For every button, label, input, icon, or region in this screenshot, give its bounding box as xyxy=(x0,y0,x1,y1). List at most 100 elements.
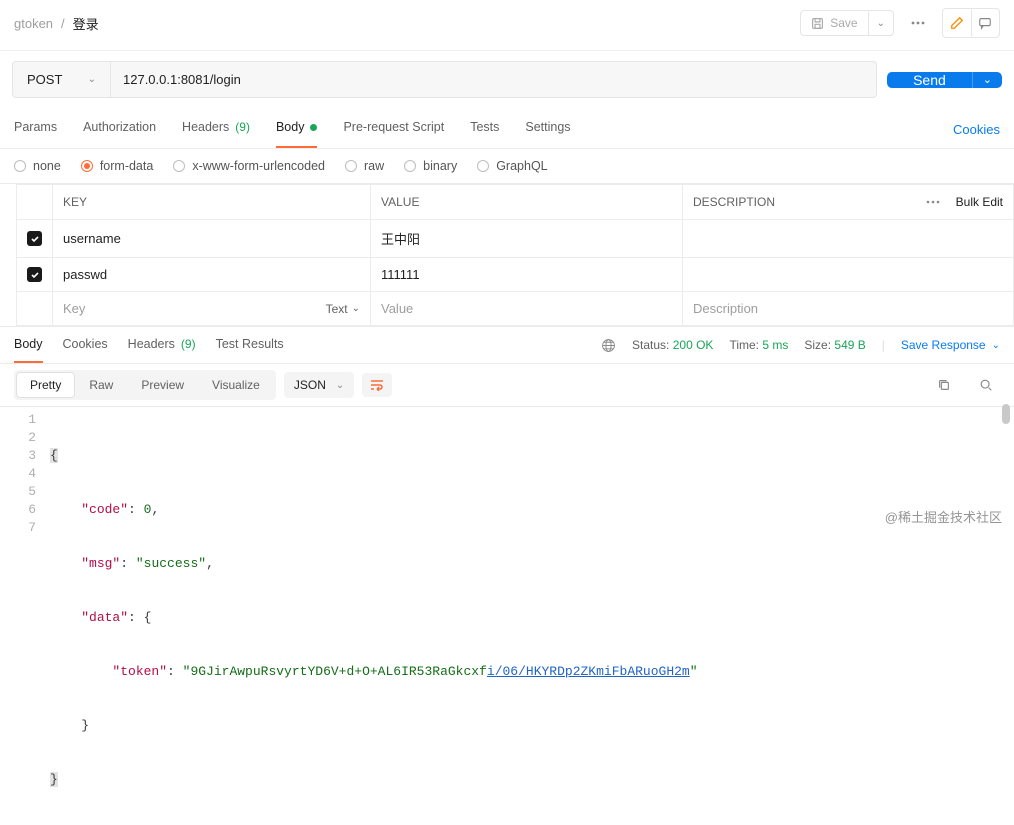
col-header-key: KEY xyxy=(53,185,371,220)
resp-headers-count: (9) xyxy=(181,337,196,351)
table-row-new: Key Text⌄ Value Description xyxy=(17,292,1014,326)
save-label: Save xyxy=(830,16,857,30)
resp-tab-cookies[interactable]: Cookies xyxy=(63,327,108,363)
breadcrumb-parent[interactable]: gtoken xyxy=(14,16,53,31)
http-method-value: POST xyxy=(27,72,62,87)
comment-icon xyxy=(978,16,992,30)
save-dropdown[interactable]: ⌄ xyxy=(868,12,893,35)
body-type-none-label: none xyxy=(33,159,61,173)
body-type-graphql[interactable]: GraphQL xyxy=(477,159,547,173)
body-type-none[interactable]: none xyxy=(14,159,61,173)
search-icon xyxy=(979,378,993,392)
radio-icon xyxy=(345,160,357,172)
send-dropdown[interactable]: ⌄ xyxy=(972,72,1002,88)
wrap-icon xyxy=(370,379,384,391)
time-label: Time: xyxy=(729,338,759,352)
headers-count: (9) xyxy=(235,120,250,134)
tab-authorization[interactable]: Authorization xyxy=(83,110,156,148)
radio-icon xyxy=(81,160,93,172)
response-body-viewer: 1 2 3 4 5 6 7 { "code": 0, "msg": "succe… xyxy=(0,407,1014,825)
save-icon xyxy=(811,17,824,30)
size-label: Size: xyxy=(804,338,831,352)
save-response-label: Save Response xyxy=(901,338,986,352)
tab-prerequest[interactable]: Pre-request Script xyxy=(343,110,444,148)
chevron-down-icon: ⌄ xyxy=(88,74,96,85)
table-more-options[interactable] xyxy=(926,200,940,204)
body-type-binary[interactable]: binary xyxy=(404,159,457,173)
breadcrumb-sep: / xyxy=(61,16,65,31)
row-enable-checkbox[interactable] xyxy=(27,267,42,282)
breadcrumb-current: 登录 xyxy=(73,14,99,33)
body-type-formdata-label: form-data xyxy=(100,159,154,173)
body-type-graphql-label: GraphQL xyxy=(496,159,547,173)
tab-body[interactable]: Body xyxy=(276,110,318,148)
save-button[interactable]: Save xyxy=(801,11,867,35)
http-method-select[interactable]: POST ⌄ xyxy=(13,62,111,97)
row-key-placeholder[interactable]: Key Text⌄ xyxy=(53,292,371,326)
radio-icon xyxy=(404,160,416,172)
body-type-raw[interactable]: raw xyxy=(345,159,384,173)
formdata-table: KEY VALUE DESCRIPTION Bulk Edit username… xyxy=(16,184,1014,326)
resp-tab-tests[interactable]: Test Results xyxy=(216,327,284,363)
tab-body-label: Body xyxy=(276,120,305,134)
col-header-desc: DESCRIPTION xyxy=(693,195,775,209)
row-enable-checkbox[interactable] xyxy=(27,231,42,246)
row-desc-placeholder[interactable]: Description xyxy=(683,292,1014,326)
more-options-button[interactable] xyxy=(904,9,932,37)
body-type-xwww-label: x-www-form-urlencoded xyxy=(192,159,325,173)
copy-icon xyxy=(937,378,951,392)
status-value: 200 OK xyxy=(673,338,714,352)
resp-tab-headers[interactable]: Headers (9) xyxy=(128,327,196,363)
value-type-label: Text xyxy=(326,302,348,316)
resp-tab-headers-label: Headers xyxy=(128,337,175,351)
response-lang-select[interactable]: JSON ⌄ xyxy=(284,372,354,398)
tab-tests[interactable]: Tests xyxy=(470,110,499,148)
body-type-formdata[interactable]: form-data xyxy=(81,159,154,173)
globe-icon[interactable] xyxy=(601,338,616,353)
save-button-group: Save ⌄ xyxy=(800,10,894,36)
copy-response-button[interactable] xyxy=(930,371,958,399)
radio-icon xyxy=(14,160,26,172)
tab-params[interactable]: Params xyxy=(14,110,57,148)
cookies-link[interactable]: Cookies xyxy=(953,122,1000,137)
scrollbar-thumb[interactable] xyxy=(1002,404,1010,424)
comments-button[interactable] xyxy=(971,9,999,37)
wrap-lines-toggle[interactable] xyxy=(362,373,392,397)
bulk-edit-link[interactable]: Bulk Edit xyxy=(956,195,1003,209)
edit-docs-button[interactable] xyxy=(943,9,971,37)
chevron-down-icon: ⌄ xyxy=(992,340,1000,351)
chevron-down-icon: ⌄ xyxy=(877,18,885,29)
status-label: Status: xyxy=(632,338,669,352)
value-type-select[interactable]: Text ⌄ xyxy=(326,302,360,316)
view-mode-visualize[interactable]: Visualize xyxy=(198,372,274,398)
tab-settings[interactable]: Settings xyxy=(525,110,570,148)
chevron-down-icon: ⌄ xyxy=(352,303,360,314)
view-mode-preview[interactable]: Preview xyxy=(127,372,198,398)
view-mode-pretty[interactable]: Pretty xyxy=(16,372,75,398)
row-key-cell[interactable]: passwd xyxy=(53,258,371,292)
body-type-binary-label: binary xyxy=(423,159,457,173)
send-button[interactable]: Send xyxy=(887,72,972,88)
row-value-cell[interactable]: 王中阳 xyxy=(371,220,683,258)
ellipsis-icon xyxy=(911,21,925,25)
resp-tab-body[interactable]: Body xyxy=(14,327,43,363)
search-response-button[interactable] xyxy=(972,371,1000,399)
row-value-cell[interactable]: 111111 xyxy=(371,258,683,292)
row-desc-cell[interactable] xyxy=(683,258,1014,292)
tab-headers[interactable]: Headers (9) xyxy=(182,110,250,148)
line-gutter: 1 2 3 4 5 6 7 xyxy=(0,411,50,825)
body-type-xwww[interactable]: x-www-form-urlencoded xyxy=(173,159,325,173)
table-row: passwd 111111 xyxy=(17,258,1014,292)
json-code[interactable]: { "code": 0, "msg": "success", "data": {… xyxy=(50,411,698,825)
request-url-input[interactable] xyxy=(111,62,876,97)
row-key-cell[interactable]: username xyxy=(53,220,371,258)
row-desc-cell[interactable] xyxy=(683,220,1014,258)
row-value-placeholder[interactable]: Value xyxy=(371,292,683,326)
response-lang-label: JSON xyxy=(294,378,326,392)
request-url-bar: POST ⌄ xyxy=(12,61,877,98)
view-mode-raw[interactable]: Raw xyxy=(75,372,127,398)
save-response-button[interactable]: Save Response ⌄ xyxy=(901,338,1000,352)
chevron-down-icon: ⌄ xyxy=(983,73,992,86)
radio-icon xyxy=(477,160,489,172)
body-type-raw-label: raw xyxy=(364,159,384,173)
